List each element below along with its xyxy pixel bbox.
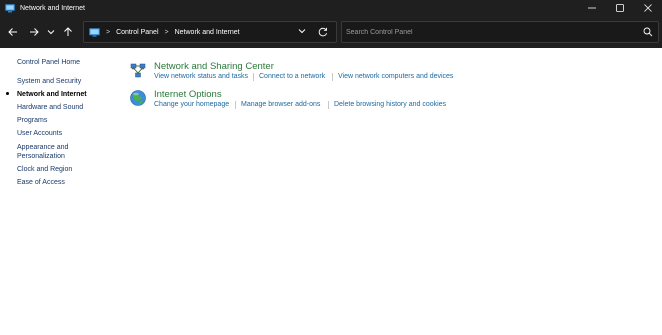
sidebar-item-user-accounts[interactable]: User Accounts bbox=[17, 129, 62, 138]
search-icon[interactable] bbox=[643, 27, 653, 37]
chevron-down-icon bbox=[47, 28, 55, 38]
search-box[interactable] bbox=[341, 21, 659, 43]
breadcrumb-separator: > bbox=[164, 28, 169, 36]
sidebar-item-system-and-security[interactable]: System and Security bbox=[17, 77, 81, 86]
chevron-down-icon bbox=[298, 27, 306, 37]
view-network-computers-link[interactable]: View network computers and devices bbox=[338, 73, 453, 80]
maximize-button[interactable] bbox=[606, 0, 634, 17]
selected-indicator bbox=[6, 92, 9, 95]
sidebar-item-hardware-and-sound[interactable]: Hardware and Sound bbox=[17, 103, 83, 112]
maximize-icon bbox=[616, 3, 624, 14]
close-button[interactable] bbox=[634, 0, 662, 17]
network-and-sharing-center-title[interactable]: Network and Sharing Center bbox=[154, 61, 274, 72]
link-separator bbox=[328, 101, 329, 109]
manage-browser-add-ons-link[interactable]: Manage browser add-ons bbox=[241, 101, 320, 108]
breadcrumb-network-and-internet[interactable]: Network and Internet bbox=[175, 29, 240, 36]
connect-to-network-link[interactable]: Connect to a network bbox=[259, 73, 325, 80]
breadcrumb-control-panel[interactable]: Control Panel bbox=[116, 29, 158, 36]
network-sharing-icon[interactable] bbox=[129, 62, 147, 80]
breadcrumb-separator: > bbox=[106, 28, 111, 36]
navigation-bar: > Control Panel > Network and Internet bbox=[0, 17, 662, 48]
forward-button[interactable] bbox=[27, 26, 41, 40]
back-arrow-icon bbox=[8, 27, 18, 39]
internet-options-globe-icon[interactable] bbox=[129, 89, 147, 107]
recent-locations-button[interactable] bbox=[44, 26, 58, 40]
sidebar-item-clock-and-region[interactable]: Clock and Region bbox=[17, 165, 72, 174]
title-bar: Network and Internet bbox=[0, 0, 662, 17]
window-title: Network and Internet bbox=[20, 5, 85, 12]
internet-options-title[interactable]: Internet Options bbox=[154, 89, 222, 100]
link-separator bbox=[253, 73, 254, 81]
sidebar-item-ease-of-access[interactable]: Ease of Access bbox=[17, 178, 65, 187]
address-dropdown-button[interactable] bbox=[296, 26, 308, 38]
close-icon bbox=[644, 3, 652, 14]
control-panel-icon bbox=[5, 4, 15, 13]
refresh-icon bbox=[318, 27, 328, 39]
back-button[interactable] bbox=[6, 26, 20, 40]
caption-buttons bbox=[578, 0, 662, 17]
search-input[interactable] bbox=[346, 26, 626, 38]
change-homepage-link[interactable]: Change your homepage bbox=[154, 101, 229, 108]
minimize-icon bbox=[588, 4, 596, 14]
sidebar-item-control-panel-home[interactable]: Control Panel Home bbox=[17, 58, 80, 67]
control-panel-icon bbox=[89, 27, 100, 37]
refresh-button[interactable] bbox=[316, 26, 330, 39]
up-arrow-icon bbox=[63, 27, 73, 39]
sidebar: Control Panel Home System and Security N… bbox=[0, 48, 120, 335]
sidebar-item-programs[interactable]: Programs bbox=[17, 116, 47, 125]
view-network-status-link[interactable]: View network status and tasks bbox=[154, 73, 248, 80]
minimize-button[interactable] bbox=[578, 0, 606, 17]
up-button[interactable] bbox=[61, 26, 75, 40]
sidebar-item-appearance-and-personalization-line2[interactable]: Personalization bbox=[17, 152, 65, 161]
sidebar-item-network-and-internet[interactable]: Network and Internet bbox=[17, 90, 87, 99]
link-separator bbox=[332, 73, 333, 81]
sidebar-item-appearance-and-personalization[interactable]: Appearance and bbox=[17, 143, 68, 152]
link-separator bbox=[235, 101, 236, 109]
forward-arrow-icon bbox=[29, 27, 39, 39]
delete-browsing-history-link[interactable]: Delete browsing history and cookies bbox=[334, 101, 446, 108]
